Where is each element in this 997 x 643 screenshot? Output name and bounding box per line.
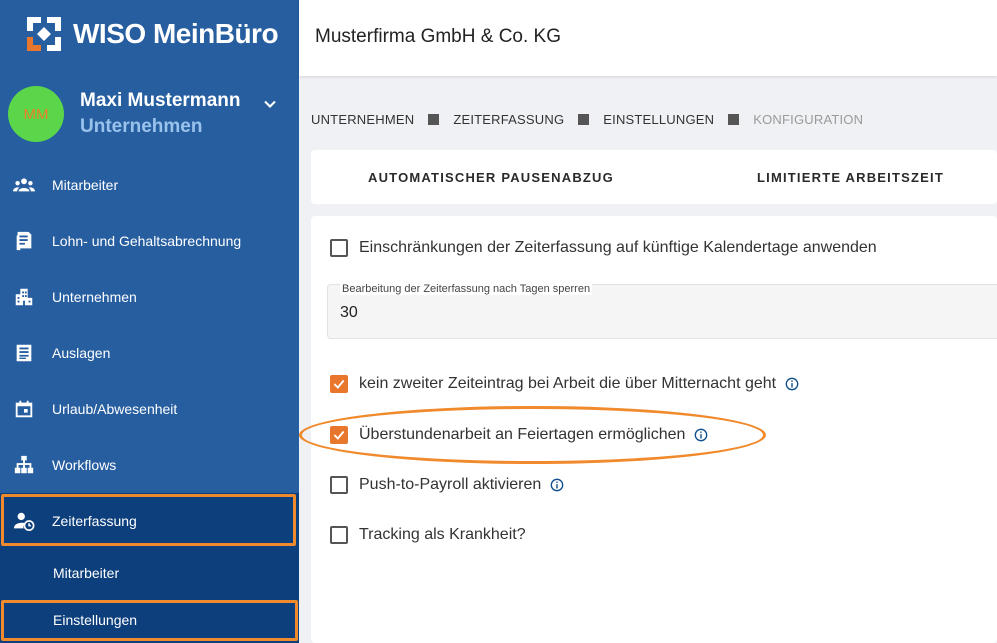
restrict-future-label: Einschränkungen der Zeiterfassung auf kü… (359, 239, 877, 256)
setting-sick-tracking[interactable]: Tracking als Krankheit? (330, 524, 526, 546)
holiday-overtime-label: Überstundenarbeit an Feiertagen ermöglic… (359, 426, 686, 443)
setting-push-payroll[interactable]: Push-to-Payroll aktivieren (330, 474, 564, 496)
chevron-down-icon[interactable] (260, 94, 280, 114)
payroll-document-icon (12, 229, 36, 253)
breadcrumb-separator (728, 113, 740, 125)
lock-days-field[interactable]: Bearbeitung der Zeiterfassung nach Tagen… (327, 283, 997, 339)
sidebar-item-label: Urlaub/Abwesenheit (52, 401, 178, 417)
setting-midnight[interactable]: kein zweiter Zeiteintrag bei Arbeit die … (330, 373, 799, 395)
tab-limitierte-arbeitszeit[interactable]: LIMITIERTE ARBEITSZEIT (757, 170, 944, 185)
top-bar: Musterfirma GmbH & Co. KG (299, 0, 997, 76)
user-clock-icon (12, 509, 36, 533)
breadcrumb-separator (578, 113, 590, 125)
sidebar-item-mitarbeiter[interactable]: Mitarbeiter (0, 157, 299, 213)
sidebar-item-label: Workflows (52, 457, 117, 473)
app-logo[interactable]: WISO MeinBüro (25, 14, 279, 54)
sidebar-subitem-label: Mitarbeiter (53, 565, 120, 581)
user-name: Maxi Mustermann (80, 90, 241, 111)
sidebar-item-label: Zeiterfassung (52, 513, 137, 529)
calendar-icon (12, 397, 36, 421)
wiso-logo-icon (27, 17, 61, 51)
sidebar-item-workflows[interactable]: Workflows (0, 437, 299, 493)
setting-restrict-future[interactable]: Einschränkungen der Zeiterfassung auf kü… (330, 237, 877, 259)
sidebar-item-lohn[interactable]: Lohn- und Gehaltsabrechnung (0, 213, 299, 269)
sick-tracking-checkbox[interactable] (330, 526, 348, 544)
sidebar-subitem-label: Einstellungen (53, 612, 138, 628)
company-name: Musterfirma GmbH & Co. KG (315, 26, 561, 47)
sick-tracking-label: Tracking als Krankheit? (359, 526, 526, 543)
sidebar-item-zeiterfassung[interactable]: Zeiterfassung (0, 493, 299, 549)
breadcrumb-separator (428, 113, 440, 125)
sidebar-item-label: Unternehmen (52, 289, 137, 305)
sidebar-item-auslagen[interactable]: Auslagen (0, 325, 299, 381)
breadcrumb: UNTERNEHMEN ZEITERFASSUNG EINSTELLUNGEN … (311, 110, 863, 128)
lock-days-label: Bearbeitung der Zeiterfassung nach Tagen… (340, 283, 593, 295)
sitemap-icon (12, 453, 36, 477)
avatar: MM (8, 86, 64, 142)
checkmark-icon (333, 430, 345, 440)
sidebar-item-label: Lohn- und Gehaltsabrechnung (52, 233, 242, 249)
restrict-future-checkbox[interactable] (330, 239, 348, 257)
logo-text: WISO MeinBüro (73, 18, 279, 49)
people-icon (12, 173, 36, 197)
breadcrumb-item-einstellungen[interactable]: EINSTELLUNGEN (603, 112, 714, 127)
lock-days-value: 30 (340, 304, 358, 321)
sidebar-subitem-mitarbeiter[interactable]: Mitarbeiter (0, 549, 299, 597)
building-icon (12, 285, 36, 309)
user-profile[interactable]: MM Maxi Mustermann Unternehmen (8, 86, 293, 142)
holiday-overtime-checkbox[interactable] (330, 426, 348, 444)
info-icon[interactable] (785, 377, 799, 391)
push-payroll-label: Push-to-Payroll aktivieren (359, 476, 542, 493)
breadcrumb-item-konfiguration: KONFIGURATION (753, 111, 864, 127)
settings-tabs: AUTOMATISCHER PAUSENABZUG LIMITIERTE ARB… (311, 150, 997, 204)
breadcrumb-item-unternehmen[interactable]: UNTERNEHMEN (311, 112, 414, 127)
tab-automatischer-pausenabzug[interactable]: AUTOMATISCHER PAUSENABZUG (368, 170, 614, 185)
info-icon[interactable] (550, 478, 564, 492)
sidebar-item-label: Auslagen (52, 345, 111, 361)
sidebar-subitem-einstellungen[interactable]: Einstellungen (0, 597, 299, 643)
checkmark-icon (333, 379, 345, 389)
info-icon[interactable] (694, 428, 708, 442)
breadcrumb-item-zeiterfassung[interactable]: ZEITERFASSUNG (453, 112, 564, 127)
midnight-label: kein zweiter Zeiteintrag bei Arbeit die … (359, 375, 777, 392)
user-role: Unternehmen (80, 116, 203, 137)
setting-holiday-overtime[interactable]: Überstundenarbeit an Feiertagen ermöglic… (330, 424, 708, 446)
receipt-icon (12, 341, 36, 365)
sidebar-item-urlaub[interactable]: Urlaub/Abwesenheit (0, 381, 299, 437)
sidebar: WISO MeinBüro MM Maxi Mustermann Unterne… (0, 0, 299, 643)
sidebar-item-unternehmen[interactable]: Unternehmen (0, 269, 299, 325)
midnight-checkbox[interactable] (330, 375, 348, 393)
sidebar-item-label: Mitarbeiter (52, 177, 119, 193)
push-payroll-checkbox[interactable] (330, 476, 348, 494)
